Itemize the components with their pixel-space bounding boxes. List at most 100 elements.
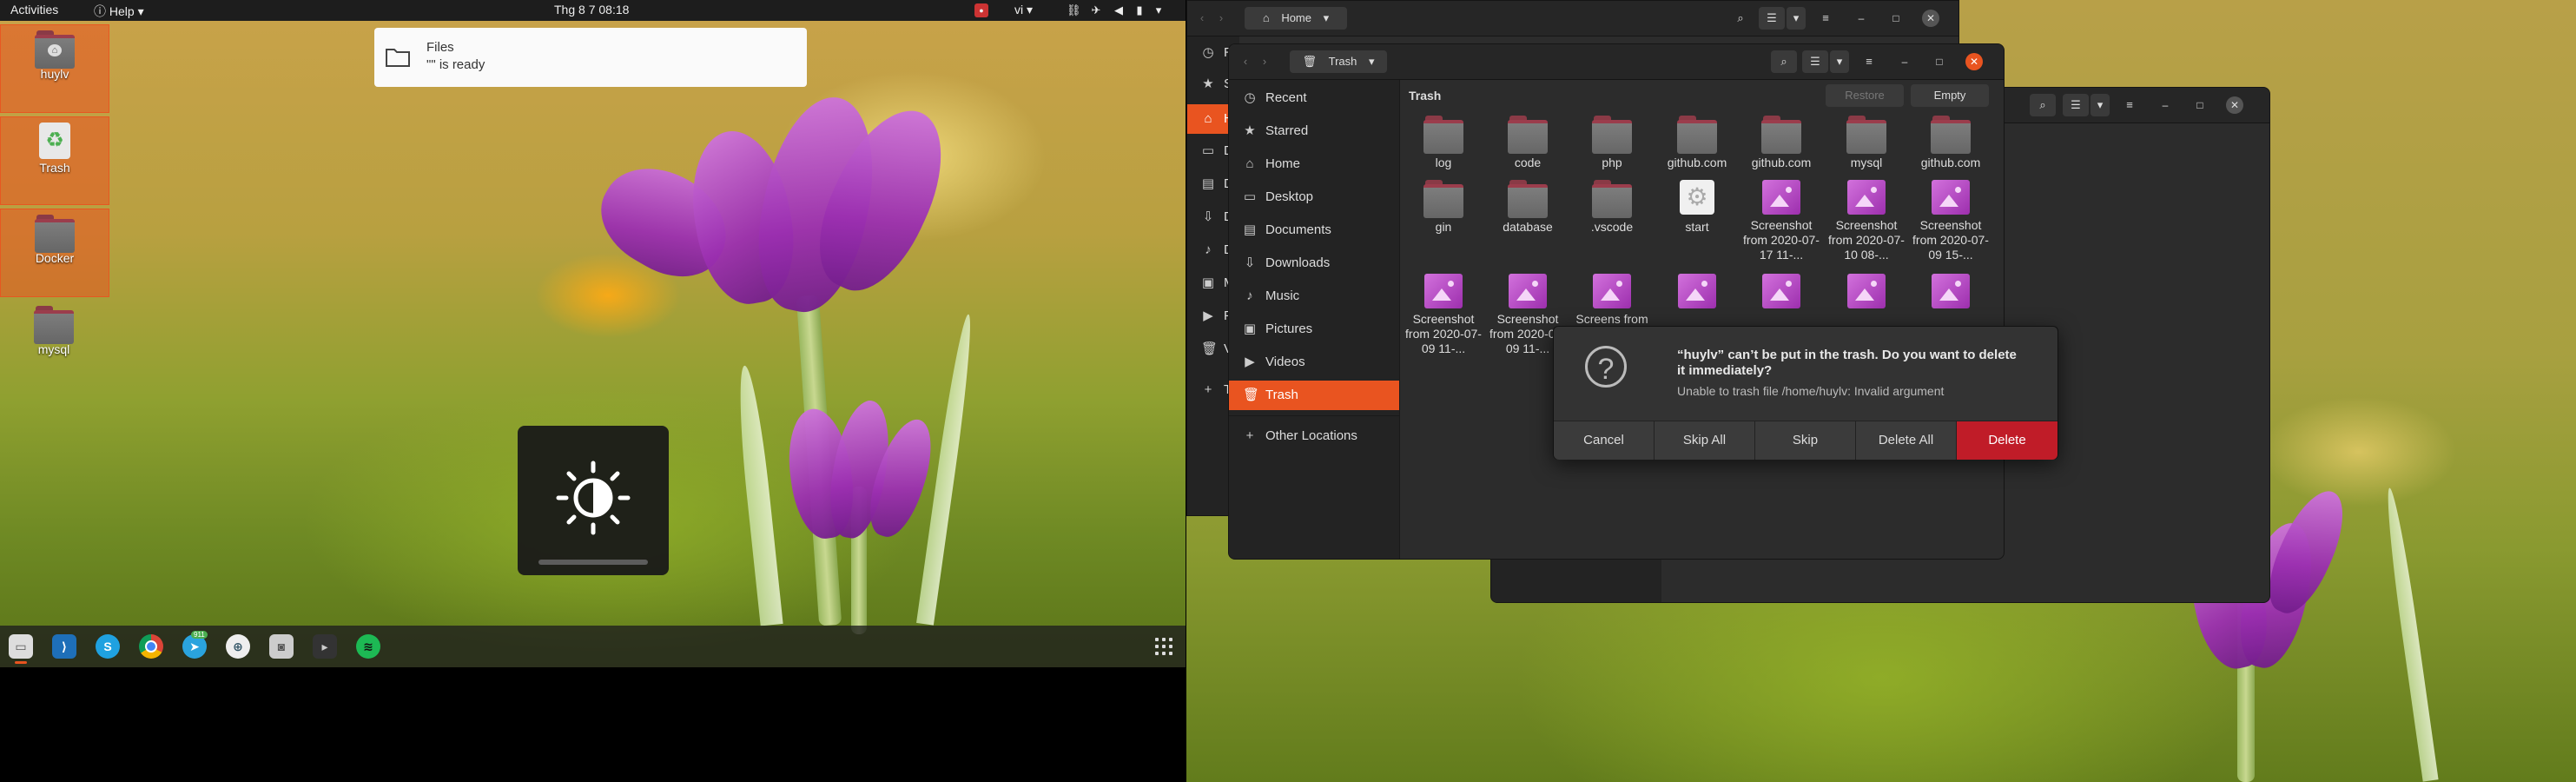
screenshot-icon[interactable]: ◙	[269, 634, 294, 659]
list-view-icon[interactable]: ☰	[1759, 7, 1785, 30]
battery-icon[interactable]: ▮	[1133, 3, 1146, 17]
top-bar: Activities ⓘ Help ▾ Thg 8 7 08:18 ● vi ▾…	[0, 0, 1186, 21]
menu-icon[interactable]: ≡	[2117, 94, 2143, 116]
file-item[interactable]: Screenshot from 2020-07-17 11-...	[1740, 180, 1823, 262]
search-icon[interactable]: ⌕	[1771, 50, 1797, 73]
sidebar-item-videos[interactable]: ▶ Videos	[1229, 348, 1399, 377]
minimize-icon[interactable]: –	[1896, 53, 1913, 70]
sidebar-item-downloads[interactable]: ⇩ Downloads	[1229, 249, 1399, 278]
desktop-icon-trash[interactable]: ♻ Trash	[0, 116, 109, 205]
vscode-icon[interactable]: ⟩	[52, 634, 76, 659]
volume-icon[interactable]: ◀	[1112, 3, 1126, 17]
sidebar-item-pictures[interactable]: ▣ Pictures	[1229, 315, 1399, 344]
file-item[interactable]: start	[1655, 180, 1739, 235]
restore-button[interactable]: Restore	[1826, 84, 1904, 107]
delete-all-button[interactable]: Delete All	[1856, 421, 1957, 460]
notification-banner[interactable]: Files "" is ready	[374, 28, 807, 87]
delete-button[interactable]: Delete	[1957, 421, 2057, 460]
forward-icon[interactable]: ›	[1255, 50, 1274, 73]
close-icon[interactable]: ✕	[2226, 96, 2243, 114]
files-window-trash[interactable]: ‹ › 🗑 Trash ▾ ⌕ ☰ ▾ ≡ – □ ✕ ◷ Recent ★ Sta…	[1228, 43, 2005, 560]
network-icon[interactable]: ⛓	[1067, 3, 1081, 17]
skip-button[interactable]: Skip	[1755, 421, 1856, 460]
file-item[interactable]	[1655, 274, 1739, 312]
files-app-icon[interactable]: ▭	[9, 634, 33, 659]
desktop-icon-docker[interactable]: Docker	[0, 209, 109, 297]
show-applications-grid-icon[interactable]	[1155, 638, 1172, 655]
sidebar-item-recent[interactable]: ◷ Recent	[1229, 83, 1399, 113]
cancel-button[interactable]: Cancel	[1554, 421, 1655, 460]
file-item[interactable]: gin	[1402, 180, 1485, 235]
chrome-icon[interactable]	[139, 634, 163, 659]
back-icon[interactable]: ‹	[1236, 50, 1255, 73]
file-item[interactable]: code	[1486, 116, 1569, 170]
file-item[interactable]	[1825, 274, 1908, 312]
image-file-icon	[1847, 274, 1886, 308]
window-header: ‹ › ⌂ Home ▾ ⌕ ☰ ▾ ≡ – □ ✕	[1187, 1, 1958, 36]
sidebar-item-documents[interactable]: ▤ Documents	[1229, 215, 1399, 245]
file-item[interactable]	[1909, 274, 1992, 312]
file-item[interactable]: Screenshot from 2020-07-09 15-...	[1909, 180, 1992, 262]
sidebar-item-other-locations[interactable]: + Other Locations	[1229, 421, 1399, 451]
desktop-icon-home[interactable]: ⌂ huylv	[0, 24, 109, 113]
desktop-icon-mysql[interactable]: mysql	[0, 301, 108, 370]
file-name: Screenshot from 2020-07-10 08-...	[1828, 218, 1905, 262]
minimize-icon[interactable]: –	[2157, 96, 2174, 114]
file-item[interactable]: .vscode	[1570, 180, 1654, 235]
spotify-icon[interactable]: ≋	[356, 634, 380, 659]
file-item[interactable]: database	[1486, 180, 1569, 235]
file-name: github.com	[1920, 156, 1981, 169]
sidebar-item-desktop[interactable]: ▭ Desktop	[1229, 182, 1399, 212]
maximize-icon[interactable]: □	[2191, 96, 2209, 114]
sidebar-item-starred[interactable]: ★ Starred	[1229, 116, 1399, 146]
minimize-icon[interactable]: –	[1853, 10, 1870, 27]
file-item[interactable]: Screenshot from 2020-07-09 11-...	[1402, 274, 1485, 356]
search-icon[interactable]: ⌕	[1727, 7, 1754, 30]
chevron-down-icon[interactable]: ▾	[1787, 7, 1806, 30]
grass-blade	[2381, 487, 2439, 782]
app-icon[interactable]: ⊕	[226, 634, 250, 659]
clock[interactable]: Thg 8 7 08:18	[554, 3, 629, 17]
empty-trash-button[interactable]: Empty	[1911, 84, 1989, 107]
chevron-down-icon[interactable]: ▾	[1152, 3, 1166, 17]
folder-icon	[34, 306, 74, 344]
list-view-icon[interactable]: ☰	[1802, 50, 1828, 73]
file-item[interactable]: github.com	[1655, 116, 1739, 170]
back-icon[interactable]: ‹	[1192, 7, 1212, 30]
airplane-icon[interactable]: ✈	[1089, 3, 1103, 17]
file-item[interactable]	[1740, 274, 1823, 312]
file-item[interactable]: github.com	[1909, 116, 1992, 170]
search-icon[interactable]: ⌕	[2030, 94, 2056, 116]
download-icon: ⇩	[1244, 255, 1256, 270]
activities-button[interactable]: Activities	[10, 3, 58, 17]
skip-all-button[interactable]: Skip All	[1655, 421, 1755, 460]
file-item[interactable]: php	[1570, 116, 1654, 170]
recording-indicator-icon[interactable]: ●	[974, 3, 988, 17]
file-item[interactable]: mysql	[1825, 116, 1908, 170]
sidebar-item-home[interactable]: ⌂ Home	[1229, 149, 1399, 179]
forward-icon[interactable]: ›	[1212, 7, 1231, 30]
maximize-icon[interactable]: □	[1887, 10, 1905, 27]
list-view-icon[interactable]: ☰	[2063, 94, 2089, 116]
sidebar-item-trash[interactable]: 🗑 Trash	[1229, 381, 1399, 410]
file-item[interactable]: github.com	[1740, 116, 1823, 170]
file-item[interactable]: Screenshot from 2020-07-10 08-...	[1825, 180, 1908, 262]
menu-icon[interactable]: ≡	[1813, 7, 1839, 30]
location-label: Home	[1281, 11, 1311, 24]
home-icon: ⌂	[1245, 156, 1254, 171]
folder-icon	[1508, 180, 1548, 218]
maximize-icon[interactable]: □	[1931, 53, 1948, 70]
location-button[interactable]: ⌂ Home ▾	[1245, 7, 1347, 30]
menu-icon[interactable]: ≡	[1856, 50, 1882, 73]
close-icon[interactable]: ✕	[1922, 10, 1939, 27]
input-method[interactable]: vi ▾	[1014, 3, 1033, 17]
close-icon[interactable]: ✕	[1965, 53, 1983, 70]
skype-icon[interactable]: S	[96, 634, 120, 659]
sidebar-item-music[interactable]: ♪ Music	[1229, 282, 1399, 311]
app-menu[interactable]: ⓘ Help ▾	[94, 3, 144, 20]
file-item[interactable]: log	[1402, 116, 1485, 170]
location-button[interactable]: 🗑 Trash ▾	[1290, 50, 1387, 73]
terminal-icon[interactable]: ▸	[313, 634, 337, 659]
chevron-down-icon[interactable]: ▾	[2091, 94, 2110, 116]
chevron-down-icon[interactable]: ▾	[1830, 50, 1849, 73]
